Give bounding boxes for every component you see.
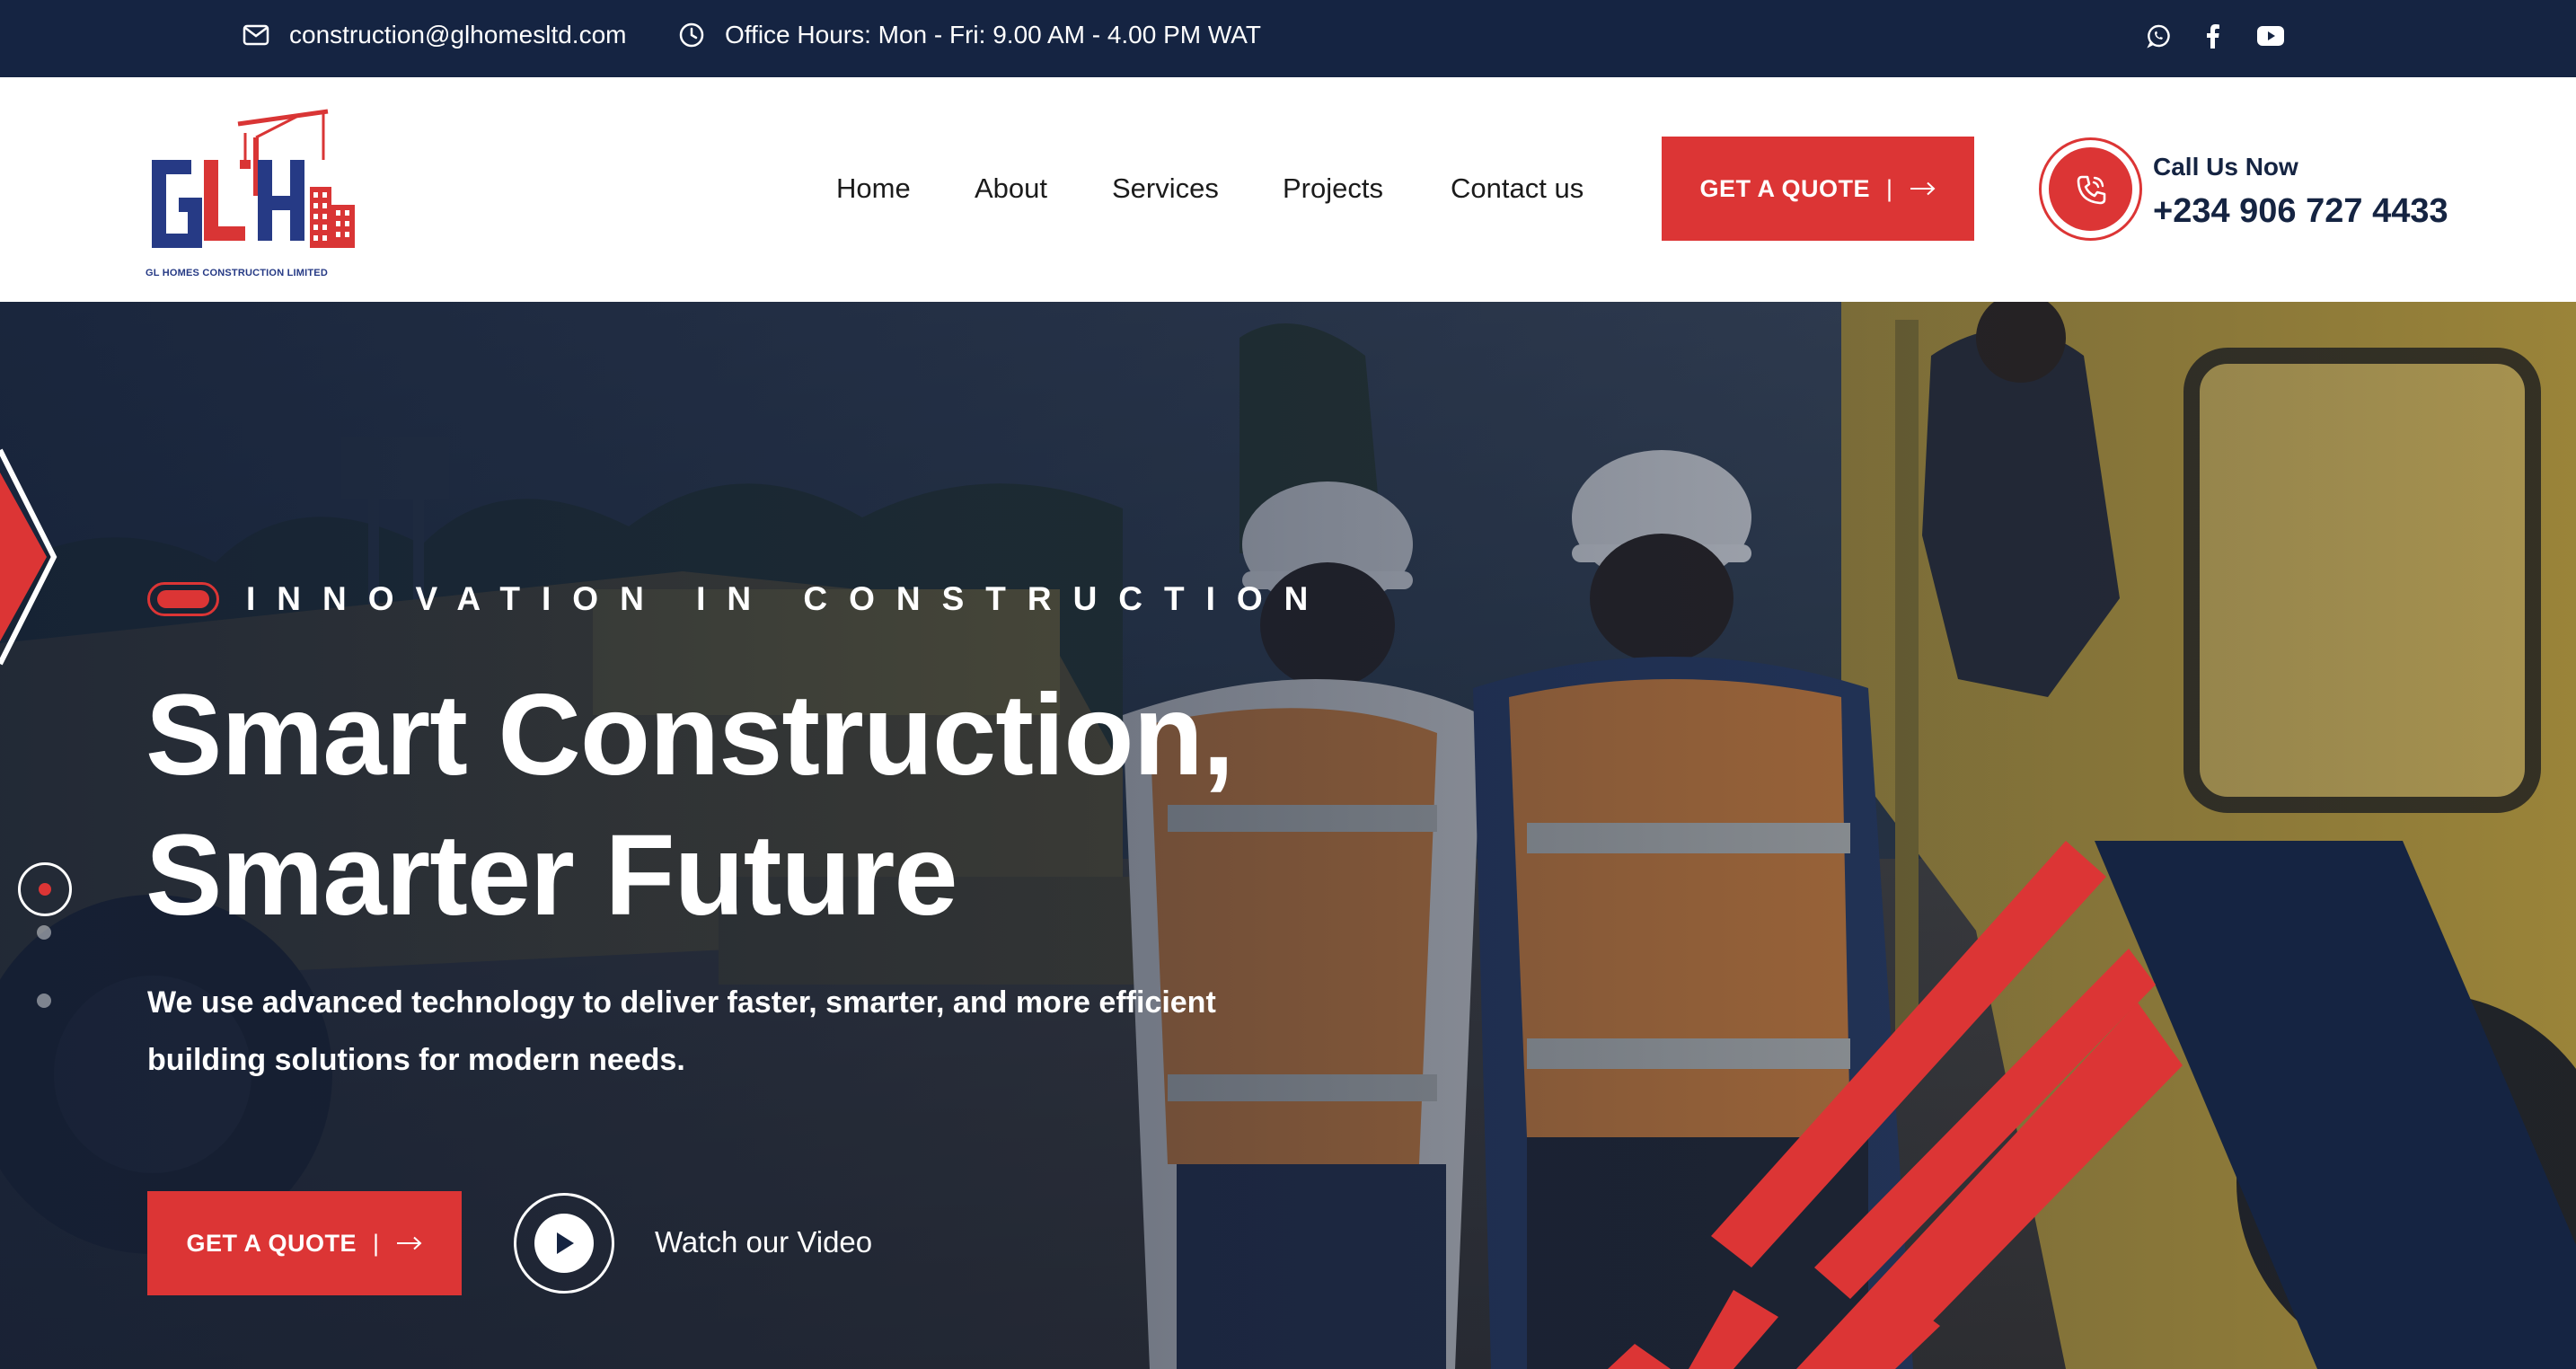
button-separator: | <box>1886 174 1893 202</box>
watch-video-link[interactable]: Watch our Video <box>655 1225 872 1259</box>
arrow-right-icon <box>396 1236 421 1250</box>
mail-icon <box>243 24 269 46</box>
top-bar: construction@glhomesltd.com Office Hours… <box>0 0 2576 77</box>
eyebrow-pill-icon <box>147 582 219 616</box>
logo-tagline: GL HOMES CONSTRUCTION LIMITED <box>146 268 328 278</box>
play-button-disc <box>534 1214 594 1273</box>
slider-dot-1[interactable] <box>18 862 72 916</box>
top-hours: Office Hours: Mon - Fri: 9.00 AM - 4.00 … <box>678 0 1261 70</box>
facebook-icon[interactable] <box>2194 18 2230 54</box>
hero-get-quote-button[interactable]: GET A QUOTE | <box>147 1191 462 1295</box>
clock-icon <box>679 22 704 48</box>
slider-dot-2[interactable] <box>37 925 51 940</box>
hero-headline: Smart Construction, Smarter Future <box>146 666 1493 946</box>
nav-contact-us[interactable]: Contact us <box>1451 172 1584 205</box>
hero-section: INNOVATION IN CONSTRUCTION Smart Constru… <box>0 302 2576 1369</box>
youtube-icon[interactable] <box>2253 18 2289 54</box>
phone-icon <box>2077 175 2105 204</box>
hero-subtext: We use advanced technology to deliver fa… <box>147 985 1216 1077</box>
nav-projects[interactable]: Projects <box>1283 172 1383 205</box>
top-email-text[interactable]: construction@glhomesltd.com <box>289 21 626 49</box>
top-hours-text: Office Hours: Mon - Fri: 9.00 AM - 4.00 … <box>725 21 1261 49</box>
play-icon <box>557 1232 574 1254</box>
hero-quote-label: GET A QUOTE <box>186 1229 357 1257</box>
company-logo[interactable]: GL HOMES CONSTRUCTION LIMITED <box>139 97 373 278</box>
site-header: GL HOMES CONSTRUCTION LIMITED Home About… <box>0 77 2576 302</box>
top-email[interactable]: construction@glhomesltd.com <box>243 0 626 70</box>
header-get-quote-button[interactable]: GET A QUOTE | <box>1662 137 1974 241</box>
whatsapp-icon[interactable] <box>2140 18 2176 54</box>
slider-dot-3[interactable] <box>37 994 51 1008</box>
nav-about[interactable]: About <box>975 172 1047 205</box>
hero-headline-line2: Smarter Future <box>146 811 958 940</box>
button-separator: | <box>373 1229 380 1257</box>
nav-services[interactable]: Services <box>1112 172 1219 205</box>
call-button-inner <box>2049 147 2132 231</box>
call-label: Call Us Now <box>2153 153 2298 181</box>
hero-headline-line1: Smart Construction, <box>146 671 1234 799</box>
logo-mark <box>152 109 355 248</box>
call-number[interactable]: +234 906 727 4433 <box>2153 192 2448 231</box>
header-quote-label: GET A QUOTE <box>1699 174 1870 202</box>
nav-home[interactable]: Home <box>836 172 911 205</box>
hero-eyebrow: INNOVATION IN CONSTRUCTION <box>246 580 1330 617</box>
play-video-button[interactable] <box>514 1193 614 1294</box>
arrow-right-icon <box>1910 181 1935 196</box>
call-button[interactable] <box>2039 137 2142 241</box>
